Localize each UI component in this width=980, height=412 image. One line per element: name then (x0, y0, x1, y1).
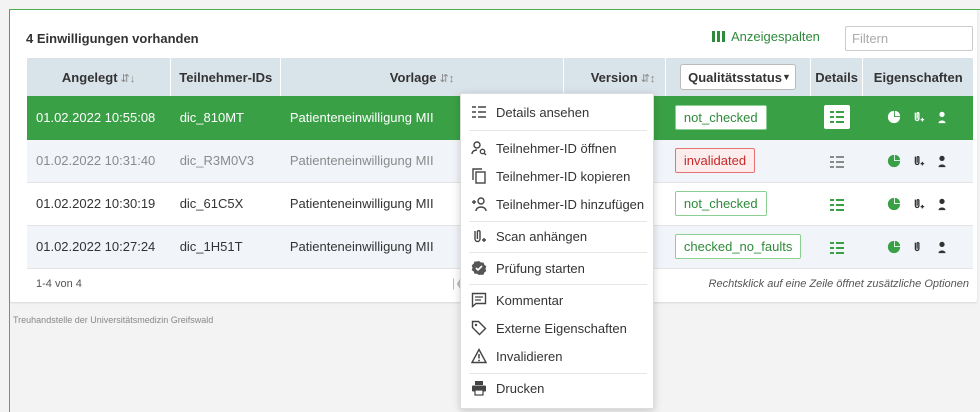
copy-icon (472, 168, 486, 184)
status-badge: checked_no_faults (674, 234, 802, 259)
cell-properties (862, 225, 973, 269)
cell-properties (862, 182, 973, 226)
comment-icon (471, 292, 487, 308)
attach-icon[interactable] (911, 240, 925, 254)
cell-created: 01.02.2022 10:55:08 (27, 96, 171, 140)
status-badge: not_checked (674, 191, 767, 216)
col-header-created[interactable]: Angelegt ⇵↓ (27, 58, 172, 96)
pie-check-icon[interactable] (887, 197, 901, 211)
print-icon (472, 381, 486, 396)
cell-properties (862, 96, 973, 140)
pie-check-icon[interactable] (887, 154, 901, 168)
cell-status: not_checked (665, 96, 811, 140)
details-list-icon[interactable] (829, 198, 844, 211)
cell-details (810, 139, 863, 183)
sort-icon: ⇵↕ (640, 72, 656, 85)
cell-status: checked_no_faults (665, 225, 811, 269)
tag-icon (471, 320, 487, 336)
status-badge: not_checked (674, 104, 767, 130)
verified-badge-icon (471, 261, 487, 275)
menu-item-add-participant[interactable]: Teilnehmer-ID hinzufügen (461, 190, 655, 218)
columns-icon (712, 31, 725, 42)
col-header-details: Details (810, 58, 864, 96)
menu-divider (469, 284, 647, 285)
menu-item-open-participant[interactable]: Teilnehmer-ID öffnen (461, 134, 655, 162)
col-header-status[interactable]: Qualitätsstatus ▼ (665, 58, 811, 96)
attach-add-icon[interactable] (911, 197, 925, 211)
menu-item-invalidate[interactable]: Invalidieren (461, 342, 655, 370)
col-header-properties: Eigenschaften (862, 58, 973, 96)
dropdown-arrow-icon: ▼ (782, 72, 791, 82)
attach-icon (474, 230, 486, 243)
columns-label: Anzeigespalten (731, 29, 820, 44)
cell-details (810, 96, 863, 140)
sort-desc-icon: ⇵↓ (120, 72, 136, 85)
details-list-icon[interactable] (829, 241, 844, 254)
fingerprint-icon[interactable] (935, 197, 949, 211)
cell-status: invalidated (665, 139, 811, 183)
columns-button[interactable]: Anzeigespalten (712, 29, 820, 44)
cell-details (810, 225, 863, 269)
fingerprint-icon[interactable] (935, 110, 949, 124)
col-header-template[interactable]: Vorlage ⇵↕ (280, 58, 564, 96)
details-list-icon (829, 111, 844, 124)
cell-details (810, 182, 863, 226)
cell-participant: dic_R3M0V3 (170, 139, 281, 183)
page-title: 4 Einwilligungen vorhanden (26, 31, 199, 46)
status-badge: invalidated (674, 148, 756, 173)
context-menu: Details ansehen Teilnehmer-ID öffnen Tei… (460, 93, 654, 409)
cell-created: 01.02.2022 10:31:40 (27, 139, 171, 183)
menu-item-copy-participant[interactable]: Teilnehmer-ID kopieren (461, 162, 655, 190)
footer-text: Treuhandstelle der Universitätsmedizin G… (13, 315, 214, 325)
pie-check-icon[interactable] (887, 240, 901, 254)
fingerprint-icon[interactable] (935, 154, 949, 168)
menu-divider (469, 252, 647, 253)
attach-add-icon[interactable] (911, 110, 925, 124)
menu-item-start-check[interactable]: Prüfung starten (461, 254, 655, 282)
menu-item-external-properties[interactable]: Externe Eigenschaften (461, 314, 655, 342)
cell-properties (862, 139, 973, 183)
menu-item-details[interactable]: Details ansehen (461, 98, 655, 126)
details-list-icon[interactable] (829, 155, 844, 168)
attach-add-icon[interactable] (911, 154, 925, 168)
cell-participant: dic_810MT (170, 96, 281, 140)
context-hint: Rechtsklick auf eine Zeile öffnet zusätz… (708, 278, 969, 290)
filter-input[interactable] (845, 26, 973, 51)
cell-status: not_checked (665, 182, 811, 226)
warning-icon (471, 348, 487, 364)
status-filter-select[interactable]: Qualitätsstatus ▼ (680, 64, 797, 90)
cell-created: 01.02.2022 10:30:19 (27, 182, 171, 226)
pager-range: 1-4 von 4 (36, 278, 82, 290)
menu-item-attach-scan[interactable]: Scan anhängen (461, 222, 655, 250)
menu-divider (469, 130, 647, 131)
menu-item-print[interactable]: Drucken (461, 374, 655, 402)
details-button[interactable] (823, 105, 850, 130)
person-search-icon (471, 141, 487, 156)
details-icon (472, 106, 486, 118)
cell-created: 01.02.2022 10:27:24 (27, 225, 171, 269)
fingerprint-icon[interactable] (935, 240, 949, 254)
menu-item-comment[interactable]: Kommentar (461, 286, 655, 314)
col-header-version[interactable]: Version ⇵↕ (563, 58, 667, 96)
person-add-icon (472, 197, 487, 212)
pie-check-icon[interactable] (887, 110, 901, 124)
cell-participant: dic_61C5X (170, 182, 281, 226)
sort-icon: ⇵↕ (439, 72, 455, 85)
col-header-participant[interactable]: Teilnehmer-IDs (170, 58, 282, 96)
cell-participant: dic_1H51T (170, 225, 281, 269)
